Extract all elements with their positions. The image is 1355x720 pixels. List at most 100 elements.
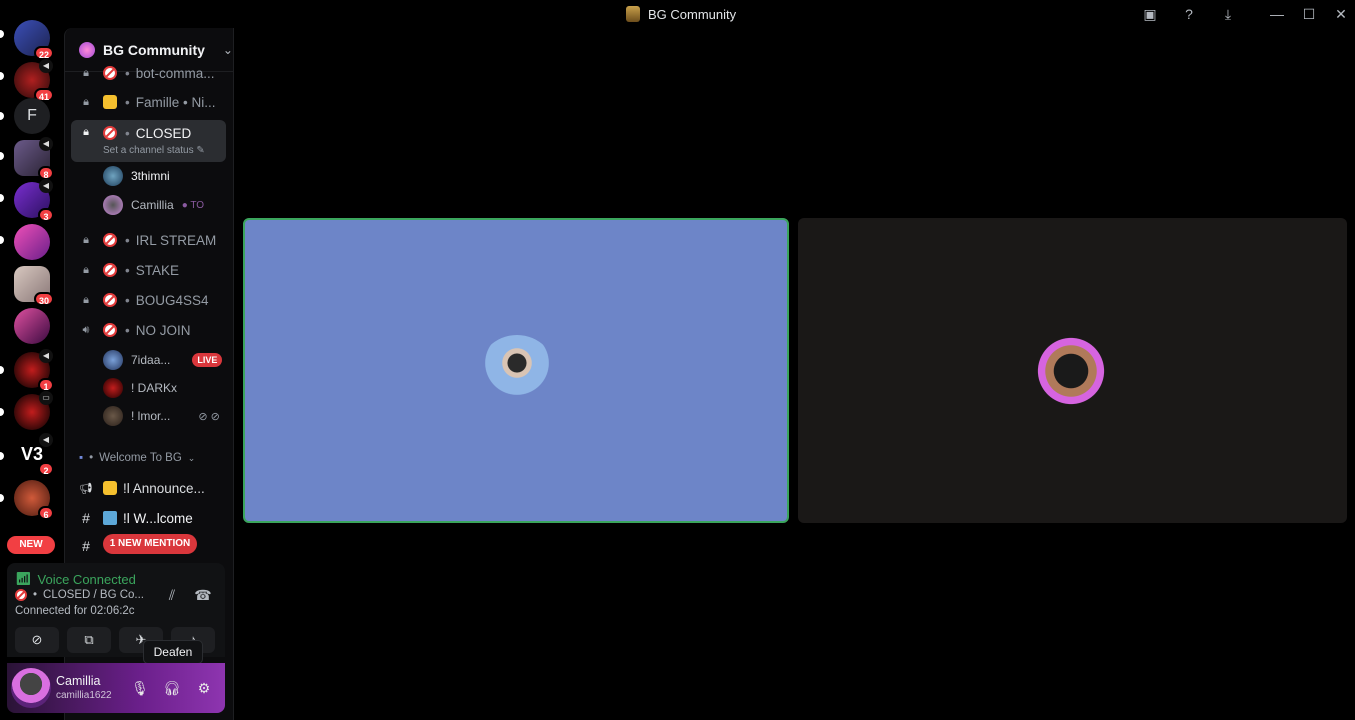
- avatar: [103, 406, 123, 426]
- inbox-icon[interactable]: ▣: [1141, 5, 1159, 23]
- voice-status-text: Voice Connected: [37, 571, 136, 587]
- voice-member[interactable]: ! lmor... ⊘ ⊘: [103, 405, 220, 427]
- server-icon[interactable]: ◀ 3: [14, 179, 54, 222]
- server-initial: F: [14, 98, 50, 134]
- voice-duration: Connected for 02:06:2с: [15, 605, 135, 617]
- channel-welcome[interactable]: # ǃl W...lcome: [71, 504, 226, 532]
- channel-status[interactable]: Set a channel status ✎: [103, 145, 205, 156]
- noise-suppression-icon[interactable]: ⫽: [162, 587, 182, 607]
- member-name: 3thimni: [131, 169, 170, 183]
- microphone-icon[interactable]: 🎙︎: [131, 679, 149, 697]
- camera-off-icon: ⊘: [31, 632, 43, 647]
- unread-pill: [0, 236, 4, 244]
- download-icon[interactable]: ⤓: [1219, 5, 1237, 23]
- category-welcome[interactable]: ▪ • Welcome To BG ⌄: [79, 452, 195, 464]
- headphones-icon[interactable]: 🎧︎: [163, 679, 181, 697]
- server-icon[interactable]: 30: [14, 266, 54, 306]
- channel-no-join[interactable]: 🔊︎ • NO JOIN: [71, 316, 226, 344]
- channel-closed[interactable]: 🔒︎ • CLOSED Set a channel status ✎: [71, 120, 226, 162]
- channel-boug4ss4[interactable]: 🔒︎ • BOUG4SS4: [71, 286, 226, 314]
- voice-channel-link[interactable]: • CLOSED / BG Co...: [15, 589, 144, 601]
- voice-member[interactable]: 3thimni: [103, 165, 170, 187]
- voice-member[interactable]: Camillia ● TO: [103, 194, 204, 216]
- window-title: BG Community: [626, 6, 736, 22]
- server-icon[interactable]: V3 ◀ 2: [14, 433, 54, 476]
- voice-channel-name: CLOSED / BG Co...: [43, 589, 145, 601]
- maximize-icon[interactable]: ☐: [1300, 5, 1318, 23]
- mention-badge: 2: [38, 462, 54, 476]
- channel-irl-stream[interactable]: 🔒︎ • IRL STREAM: [71, 226, 226, 254]
- help-icon[interactable]: ?: [1180, 5, 1198, 23]
- voice-connected-status[interactable]: 📶︎ Voice Connected: [15, 571, 136, 587]
- voice-member[interactable]: 7idaa... LIVE: [103, 349, 223, 371]
- unread-pill: [0, 494, 4, 502]
- participant-tile-speaking[interactable]: [243, 218, 789, 523]
- channel-stake[interactable]: 🔒︎ • STAKE: [71, 256, 226, 284]
- server-icon[interactable]: ◀ 41: [14, 59, 54, 102]
- lock-icon: 🔒︎: [83, 293, 89, 306]
- channel-famille[interactable]: 🔒︎ • Famille • Ni...: [71, 88, 226, 116]
- mention-badge: 6: [38, 506, 54, 520]
- server-icon[interactable]: ▭: [14, 391, 53, 430]
- no-entry-icon: [103, 66, 117, 80]
- no-entry-icon: [103, 293, 117, 307]
- camera-button[interactable]: ⊘: [15, 627, 59, 653]
- channel-name: STAKE: [135, 262, 179, 278]
- speaker-icon: ◀: [39, 179, 53, 193]
- mention-badge: 30: [33, 292, 54, 306]
- mention-badge: 1: [38, 378, 54, 392]
- channel-name: BOUG4SS4: [135, 292, 209, 308]
- no-entry-icon: [103, 126, 117, 140]
- voice-stage: [234, 28, 1355, 720]
- no-entry-icon: [103, 263, 117, 277]
- channel-bot-commands[interactable]: 🔒︎ • bot-comma...: [71, 60, 226, 86]
- new-servers-badge[interactable]: NEW: [7, 536, 55, 554]
- window-title-text: BG Community: [648, 6, 737, 22]
- member-name: ! lmor...: [131, 409, 171, 423]
- channel-name: CLOSED: [135, 126, 192, 141]
- gear-icon[interactable]: ⚙: [195, 679, 213, 697]
- screen-share-button[interactable]: ⧉: [67, 627, 111, 653]
- signal-icon: 📶︎: [15, 571, 32, 586]
- server-icon[interactable]: [14, 224, 50, 260]
- member-tag: ● TO: [181, 199, 205, 211]
- avatar: [103, 166, 123, 186]
- avatar: [103, 350, 123, 370]
- member-name: 7idaa...: [131, 353, 171, 367]
- megaphone-icon: 📢︎: [79, 482, 93, 495]
- minimize-icon[interactable]: —: [1268, 5, 1286, 23]
- server-icon[interactable]: [14, 308, 50, 344]
- channel-status-text: Set a channel status: [103, 145, 194, 156]
- speaker-icon: ◀: [39, 59, 53, 73]
- disconnect-icon[interactable]: ☎: [193, 587, 213, 607]
- channel-name: NO JOIN: [135, 322, 191, 338]
- close-icon[interactable]: ✕: [1332, 5, 1350, 23]
- server-icon[interactable]: F: [14, 98, 50, 134]
- mention-badge: 8: [38, 166, 54, 180]
- chevron-down-icon: ⌄: [187, 452, 196, 463]
- member-name: Camillia: [131, 198, 174, 212]
- speaker-icon: ◀: [39, 349, 53, 363]
- participant-tile[interactable]: [798, 218, 1347, 523]
- voice-member[interactable]: ! DARKx: [103, 377, 177, 399]
- avatar: [103, 378, 123, 398]
- server-logo-icon: [626, 6, 640, 22]
- user-display-name[interactable]: Camillia: [56, 674, 100, 688]
- new-mention-badge[interactable]: 1 NEW MENTION: [103, 534, 197, 554]
- bell-emoji-icon: [103, 481, 117, 495]
- chevron-down-icon: ⌄: [222, 42, 233, 57]
- screen-share-icon: ⧉: [84, 632, 94, 647]
- server-icon[interactable]: ◀ 8: [14, 137, 54, 180]
- channel-announcements[interactable]: 📢︎ ǃl Announce...: [71, 474, 226, 502]
- avatar[interactable]: [11, 668, 51, 708]
- server-icon[interactable]: ◀ 1: [14, 349, 54, 392]
- unread-pill: [0, 152, 4, 160]
- no-entry-icon: [103, 323, 117, 337]
- speaker-icon: ◀: [39, 433, 53, 447]
- server-icon[interactable]: 6: [14, 480, 54, 520]
- channel-name: bot-comma...: [135, 65, 215, 81]
- server-icon[interactable]: 22: [14, 20, 54, 60]
- speaker-lock-icon: 🔊︎: [82, 323, 90, 336]
- participant-avatar: [1031, 331, 1111, 411]
- padlock-emoji-icon: [103, 95, 117, 109]
